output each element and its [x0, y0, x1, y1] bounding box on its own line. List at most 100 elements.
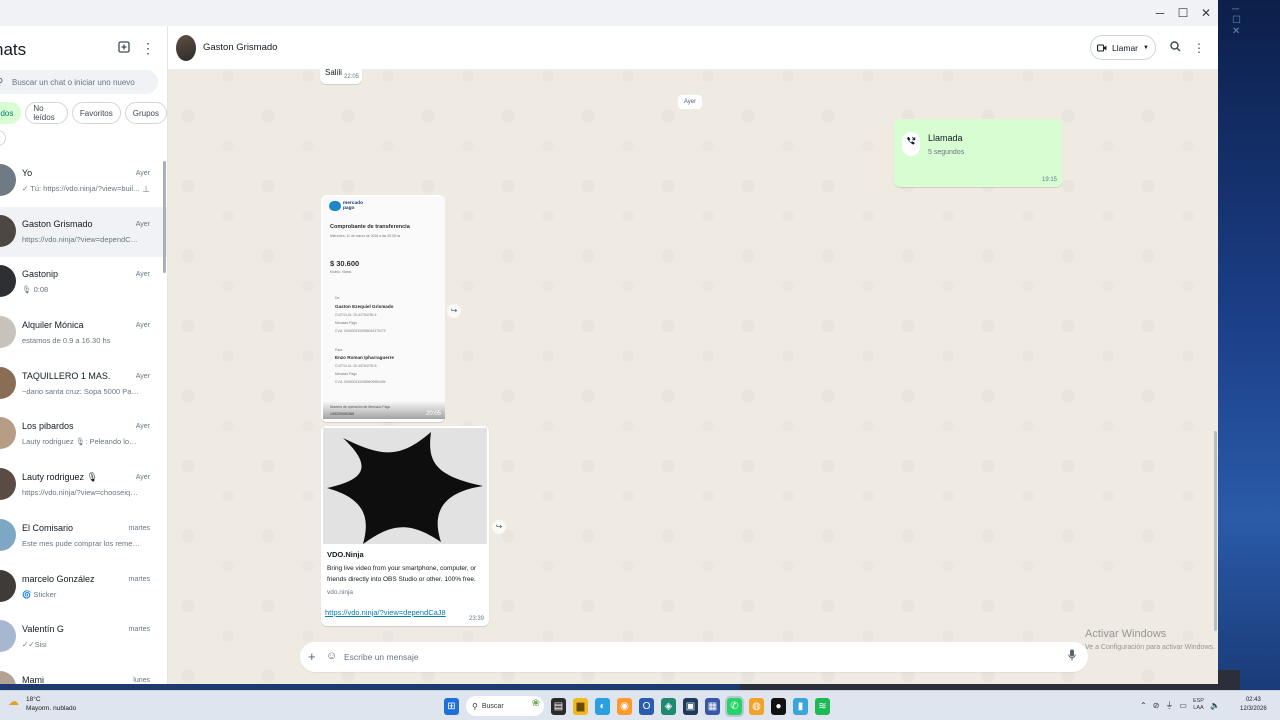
- receipt-amount: $ 30.600: [330, 259, 360, 268]
- chevron-up-icon[interactable]: ⌃: [1140, 701, 1147, 710]
- task-view-icon[interactable]: ▤: [551, 697, 566, 715]
- network-icon[interactable]: ⊘: [1153, 701, 1160, 710]
- photos-icon[interactable]: ◈: [661, 697, 676, 715]
- edge-icon[interactable]: ◐: [595, 697, 610, 715]
- display-icon[interactable]: ▭: [1179, 701, 1187, 710]
- sidebar-scrollbar[interactable]: [163, 161, 166, 273]
- app-icon[interactable]: ▣: [683, 697, 698, 715]
- chat-item-el-comisario[interactable]: El Comisario martes Este mes pude compra…: [0, 511, 167, 562]
- chat-item-taquillero[interactable]: TAQUILLERO 1 MAS. Ayer ~dario santa cruz…: [0, 359, 167, 410]
- outlook-icon[interactable]: O: [639, 697, 654, 715]
- chat-snippet: ✓ Tú: https://vdo.ninja/?view=buil...: [22, 184, 140, 193]
- file-explorer-icon[interactable]: ▆: [573, 697, 588, 715]
- message-input[interactable]: Escribe un mensaje: [344, 652, 419, 662]
- call-button[interactable]: Llamar ▼: [1090, 35, 1156, 60]
- link-preview-bubble[interactable]: VDO.Ninja Bring live video from your sma…: [321, 426, 489, 626]
- receipt-to-cvu: CVU: 0000003100089605984494: [335, 380, 386, 384]
- message-time: 20:05: [426, 411, 442, 417]
- message-time: 23:39: [469, 616, 485, 622]
- chrome-icon[interactable]: ◉: [617, 697, 632, 715]
- chat-name: Alquiler Mónica: [22, 320, 84, 331]
- chat-time: Ayer: [135, 474, 150, 482]
- receipt-from-cvu: CVU: 0000003100096062370279: [335, 329, 386, 333]
- conversation-header[interactable]: Gaston Grismado Llamar ▼ ⋮: [168, 26, 1218, 70]
- ninja-star-icon: [323, 428, 487, 544]
- store-icon[interactable]: ▦: [705, 697, 720, 715]
- receipt-from-label: De: [335, 296, 340, 300]
- receipt-to-cuit: CUIT/CUIL: 20-45764793-5: [335, 364, 377, 368]
- taskbar-search[interactable]: ⚲ Buscar ❀: [466, 696, 544, 716]
- language-indicator[interactable]: ESP LAA: [1193, 698, 1204, 712]
- contact-name[interactable]: Gaston Grismado: [203, 42, 277, 53]
- close-button[interactable]: ✕: [1194, 4, 1218, 22]
- search-input[interactable]: ⚲ Buscar un chat o iniciar uno nuevo: [0, 70, 158, 94]
- chat-item-los-pibardos[interactable]: Los pibardos Ayer Lauty rodriguez 🎙: Pel…: [0, 409, 167, 460]
- system-tray: ⌃ ⊘ ⏚ ▭ ESP LAA 🔈: [1140, 698, 1220, 712]
- microphone-icon[interactable]: [1068, 649, 1076, 664]
- forward-icon[interactable]: ↪: [492, 520, 506, 534]
- windows-start-icon[interactable]: ⊞: [444, 697, 459, 715]
- chat-item-gastonip[interactable]: Gastonip Ayer 🎙 0:08: [0, 257, 167, 308]
- preview-domain: vdo.ninja: [327, 589, 354, 596]
- chat-item-mami[interactable]: Mami lunes: [0, 663, 167, 684]
- chat-time: martes: [128, 626, 150, 634]
- chat-item-lauty-rodriguez[interactable]: Lauty rodriguez 🎙 Ayer https://vdo.ninja…: [0, 460, 167, 511]
- microphone-icon[interactable]: ⏚: [1165, 700, 1173, 711]
- new-chat-icon[interactable]: [116, 40, 132, 56]
- language-bottom: LAA: [1193, 705, 1204, 711]
- filter-groups[interactable]: Grupos: [124, 102, 167, 124]
- contact-avatar[interactable]: [176, 35, 196, 61]
- payment-receipt-image[interactable]: mercado pago Comprobante de transferenci…: [323, 197, 445, 419]
- chrome-profile-icon[interactable]: ◍: [749, 697, 764, 715]
- chat-item-marcelo-gonzalez[interactable]: marcelo González martes 🌀 Sticker: [0, 562, 167, 613]
- notepad-icon[interactable]: ▮: [793, 697, 808, 715]
- chat-time: lunes: [133, 676, 150, 684]
- maximize-button[interactable]: ☐: [1171, 4, 1195, 22]
- message-bubble-incoming[interactable]: Salili 22:05: [320, 66, 362, 84]
- obs-icon[interactable]: ●: [771, 697, 786, 715]
- chevron-down-icon: ▼: [1143, 44, 1149, 51]
- filter-favorites[interactable]: Favoritos: [71, 102, 121, 124]
- minimize-button[interactable]: ─: [1148, 4, 1172, 22]
- filter-unread[interactable]: No leídos: [25, 102, 68, 124]
- chat-item-alquiler-monica[interactable]: Alquiler Mónica Ayer estamos de 0.9 a 16…: [0, 308, 167, 359]
- chat-item-yo[interactable]: Yo Ayer ✓ Tú: https://vdo.ninja/?view=bu…: [0, 156, 167, 207]
- chat-item-gaston-grismado[interactable]: Gaston Grismado Ayer https://vdo.ninja/?…: [0, 206, 167, 258]
- chat-name: Los pibardos: [22, 421, 74, 432]
- clock[interactable]: 02:43 12/3/2026: [1240, 696, 1267, 714]
- clock-date: 12/3/2026: [1240, 706, 1267, 712]
- attach-plus-icon[interactable]: +: [308, 649, 316, 664]
- desktop-background: ─ ☐ ✕: [1218, 0, 1280, 690]
- filter-all[interactable]: odos: [0, 102, 22, 124]
- whatsapp-icon[interactable]: ✆: [725, 695, 744, 717]
- conversation-scrollbar[interactable]: [1214, 431, 1217, 631]
- chat-snippet: ~dario santa cruz: Sopa 5000 Pastafr...: [22, 386, 140, 396]
- chat-snippet: ✓✓Sisi: [22, 640, 47, 650]
- activation-title: Activar Windows: [1085, 628, 1167, 640]
- chat-name: Valentín G: [22, 624, 64, 635]
- call-message-bubble[interactable]: Llamada 5 segundos 19:15: [894, 119, 1062, 187]
- volume-icon[interactable]: 🔈: [1210, 701, 1220, 710]
- chat-time: martes: [128, 524, 150, 532]
- avatar: [0, 620, 16, 653]
- chat-item-valentin-g[interactable]: Valentín G martes ✓✓Sisi: [0, 612, 167, 663]
- vdo-ninja-logo-image[interactable]: [323, 428, 487, 544]
- sidebar-title: hats: [0, 40, 27, 59]
- forward-icon[interactable]: ↪: [447, 304, 461, 318]
- chat-time: Ayer: [135, 271, 150, 279]
- message-composer[interactable]: + ☺ Escribe un mensaje: [300, 642, 1088, 672]
- menu-icon[interactable]: ⋮: [140, 40, 156, 56]
- message-link[interactable]: https://vdo.ninja/?view=dependCaJ8: [325, 608, 446, 617]
- filter-more[interactable]: [0, 130, 6, 146]
- image-message-bubble[interactable]: mercado pago Comprobante de transferenci…: [321, 195, 445, 422]
- search-icon[interactable]: [1167, 40, 1183, 56]
- weather-widget[interactable]: ☁ 18°C Mayorm. nublado: [8, 695, 76, 713]
- sticker-icon[interactable]: ☺: [326, 650, 337, 662]
- conversation-menu-icon[interactable]: ⋮: [1191, 40, 1207, 56]
- search-icon: ⚲: [0, 77, 12, 88]
- search-icon: ⚲: [472, 701, 478, 711]
- receipt-op-number: 149229090385: [330, 412, 354, 416]
- spotify-icon[interactable]: ≋: [815, 697, 830, 715]
- chat-list: Yo Ayer ✓ Tú: https://vdo.ninja/?view=bu…: [0, 156, 167, 684]
- chat-snippet: https://vdo.ninja/?view=chooseiquldv: [22, 488, 140, 498]
